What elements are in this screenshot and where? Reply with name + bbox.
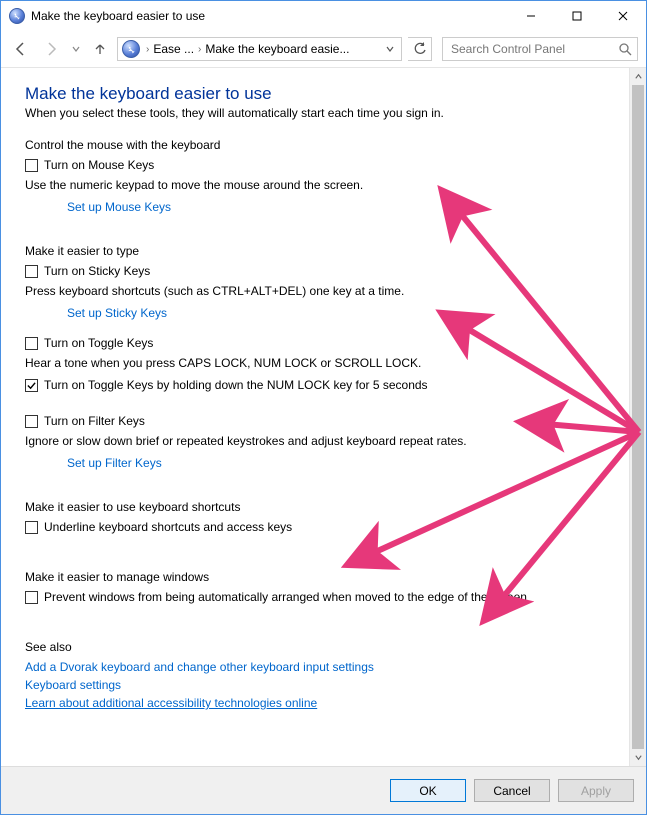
search-box[interactable] [442, 37, 638, 61]
apply-button[interactable]: Apply [558, 779, 634, 802]
close-button[interactable] [600, 1, 646, 31]
checkbox-sticky-keys[interactable]: Turn on Sticky Keys [25, 264, 605, 278]
checkbox-label: Turn on Mouse Keys [44, 158, 154, 172]
checkbox-label: Turn on Toggle Keys by holding down the … [44, 378, 428, 392]
checkbox-toggle-keys-numlock[interactable]: Turn on Toggle Keys by holding down the … [25, 378, 605, 392]
search-input[interactable] [449, 41, 617, 57]
checkbox-filter-keys[interactable]: Turn on Filter Keys [25, 414, 605, 428]
scroll-up-button[interactable] [630, 68, 646, 85]
checkbox-mouse-keys[interactable]: Turn on Mouse Keys [25, 158, 605, 172]
checkbox-icon[interactable] [25, 415, 38, 428]
link-keyboard-settings[interactable]: Keyboard settings [25, 678, 605, 692]
content-area: Make the keyboard easier to use When you… [1, 68, 629, 766]
link-accessibility-online[interactable]: Learn about additional accessibility tec… [25, 696, 605, 710]
checkbox-underline-shortcuts[interactable]: Underline keyboard shortcuts and access … [25, 520, 605, 534]
window-title: Make the keyboard easier to use [31, 9, 205, 23]
group-title-windows: Make it easier to manage windows [25, 570, 605, 584]
address-bar[interactable]: › Ease ... › Make the keyboard easie... [117, 37, 402, 61]
checkbox-label: Turn on Filter Keys [44, 414, 145, 428]
titlebar: Make the keyboard easier to use [1, 1, 646, 31]
group-title-shortcuts: Make it easier to use keyboard shortcuts [25, 500, 605, 514]
checkbox-icon[interactable] [25, 337, 38, 350]
breadcrumb-item[interactable]: Make the keyboard easie... [205, 42, 381, 56]
checkbox-icon[interactable] [25, 591, 38, 604]
address-dropdown-button[interactable] [381, 44, 399, 54]
mouse-keys-description: Use the numeric keypad to move the mouse… [25, 178, 605, 192]
recent-locations-button[interactable] [69, 44, 83, 54]
link-setup-filter-keys[interactable]: Set up Filter Keys [67, 456, 605, 470]
breadcrumb-separator: › [194, 44, 205, 55]
ease-of-access-icon [9, 8, 25, 24]
checkbox-icon[interactable] [25, 159, 38, 172]
scroll-thumb[interactable] [632, 85, 644, 749]
checkbox-icon[interactable] [25, 521, 38, 534]
up-button[interactable] [89, 42, 111, 56]
dialog-footer: OK Cancel Apply [1, 766, 646, 814]
page-title: Make the keyboard easier to use [25, 84, 605, 104]
ease-of-access-icon [122, 40, 140, 58]
checkbox-prevent-window-arrange[interactable]: Prevent windows from being automatically… [25, 590, 605, 604]
link-setup-mouse-keys[interactable]: Set up Mouse Keys [67, 200, 605, 214]
see-also-title: See also [25, 640, 605, 654]
search-icon[interactable] [617, 43, 633, 56]
navigation-bar: › Ease ... › Make the keyboard easie... [1, 31, 646, 67]
breadcrumb-item[interactable]: Ease ... [153, 42, 194, 56]
group-title-type: Make it easier to type [25, 244, 605, 258]
maximize-button[interactable] [554, 1, 600, 31]
checkbox-toggle-keys[interactable]: Turn on Toggle Keys [25, 336, 605, 350]
checkbox-label: Underline keyboard shortcuts and access … [44, 520, 292, 534]
link-setup-sticky-keys[interactable]: Set up Sticky Keys [67, 306, 605, 320]
checkbox-label: Turn on Toggle Keys [44, 336, 153, 350]
back-button[interactable] [9, 37, 33, 61]
checkbox-label: Turn on Sticky Keys [44, 264, 150, 278]
link-dvorak-keyboard[interactable]: Add a Dvorak keyboard and change other k… [25, 660, 605, 674]
refresh-button[interactable] [408, 37, 432, 61]
checkbox-icon[interactable] [25, 265, 38, 278]
checkbox-icon[interactable] [25, 379, 38, 392]
scroll-down-button[interactable] [630, 749, 646, 766]
breadcrumb-separator: › [142, 44, 153, 55]
page-subtitle: When you select these tools, they will a… [25, 106, 605, 120]
toggle-keys-description: Hear a tone when you press CAPS LOCK, NU… [25, 356, 605, 370]
group-title-mouse: Control the mouse with the keyboard [25, 138, 605, 152]
vertical-scrollbar[interactable] [629, 68, 646, 766]
checkbox-label: Prevent windows from being automatically… [44, 590, 527, 604]
ok-button[interactable]: OK [390, 779, 466, 802]
sticky-keys-description: Press keyboard shortcuts (such as CTRL+A… [25, 284, 605, 298]
forward-button[interactable] [39, 37, 63, 61]
cancel-button[interactable]: Cancel [474, 779, 550, 802]
filter-keys-description: Ignore or slow down brief or repeated ke… [25, 434, 605, 448]
minimize-button[interactable] [508, 1, 554, 31]
